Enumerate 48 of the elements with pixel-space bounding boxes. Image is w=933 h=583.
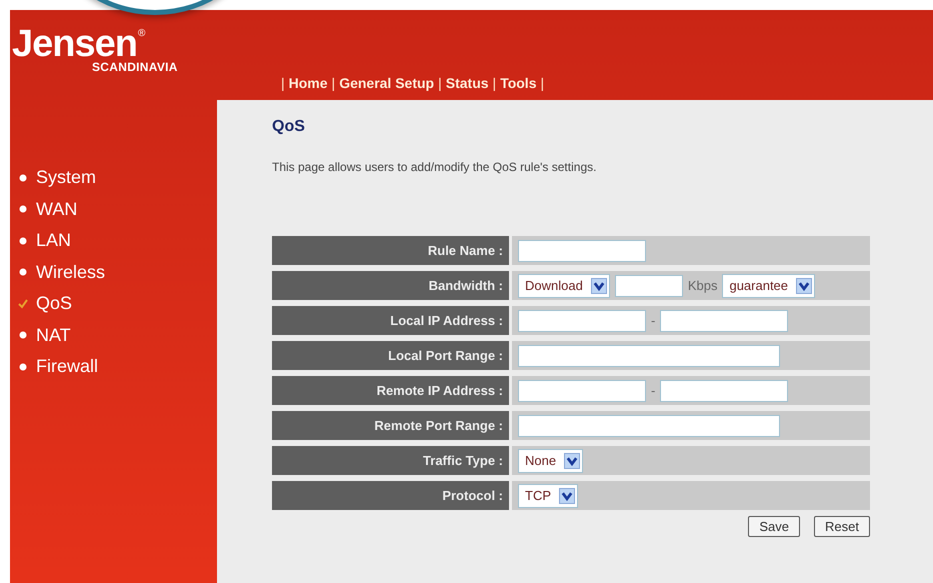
input-field[interactable] bbox=[614, 274, 683, 296]
field-label: Rule Name : bbox=[272, 236, 509, 265]
field-label: Bandwidth : bbox=[272, 271, 509, 300]
sidebar-item[interactable]: Firewall bbox=[10, 351, 217, 382]
nav-link[interactable]: Status bbox=[446, 75, 489, 91]
dropdown[interactable]: guarantee bbox=[722, 274, 816, 298]
nav-link[interactable]: Tools bbox=[500, 75, 536, 91]
sidebar-item[interactable]: Wireless bbox=[10, 256, 217, 288]
chevron-down-icon bbox=[590, 278, 607, 294]
input-field[interactable] bbox=[518, 240, 646, 262]
field-label: Remote IP Address : bbox=[272, 376, 509, 405]
field-label: Local Port Range : bbox=[272, 341, 509, 370]
sidebar-item[interactable]: NAT bbox=[10, 320, 217, 351]
chevron-down-icon bbox=[564, 452, 580, 468]
dropdown[interactable]: None bbox=[518, 448, 584, 472]
input-field[interactable] bbox=[518, 380, 646, 402]
sidebar-item[interactable]: QoS bbox=[10, 288, 217, 320]
sidebar-item[interactable]: System bbox=[10, 162, 217, 194]
input-field[interactable] bbox=[660, 310, 788, 332]
field-label: Traffic Type : bbox=[272, 446, 509, 475]
dropdown[interactable]: Download bbox=[518, 274, 610, 298]
form-button[interactable]: Save bbox=[748, 516, 800, 537]
nav-separator: | bbox=[332, 75, 336, 91]
nav-link[interactable]: Home bbox=[288, 75, 328, 91]
field-label: Local IP Address : bbox=[272, 306, 509, 335]
input-field[interactable] bbox=[518, 344, 780, 366]
input-field[interactable] bbox=[518, 310, 646, 332]
dropdown[interactable]: TCP bbox=[518, 484, 578, 508]
input-field[interactable] bbox=[518, 414, 780, 436]
range-separator: - bbox=[651, 313, 656, 328]
page-description: This page allows users to add/modify the QoS rule's settings. bbox=[272, 160, 598, 174]
unit-label: Kbps bbox=[688, 278, 718, 293]
nav-separator: | bbox=[492, 75, 496, 91]
sidebar-item[interactable]: WAN bbox=[10, 194, 217, 225]
nav-separator: | bbox=[438, 75, 442, 91]
logo: Jensen® SCANDINAVIA bbox=[11, 28, 179, 74]
field-label: Protocol : bbox=[272, 481, 509, 510]
field-label: Remote Port Range : bbox=[272, 411, 509, 440]
nav-separator: | bbox=[281, 75, 285, 91]
form-button[interactable]: Reset bbox=[814, 516, 870, 537]
range-separator: - bbox=[651, 383, 656, 398]
chevron-down-icon bbox=[559, 488, 575, 504]
sidebar-item[interactable]: LAN bbox=[10, 225, 217, 256]
input-field[interactable] bbox=[660, 380, 788, 402]
nav-link[interactable]: General Setup bbox=[339, 75, 434, 91]
nav-separator: | bbox=[540, 75, 544, 91]
page-title: QoS bbox=[272, 118, 306, 136]
chevron-down-icon bbox=[796, 278, 812, 294]
